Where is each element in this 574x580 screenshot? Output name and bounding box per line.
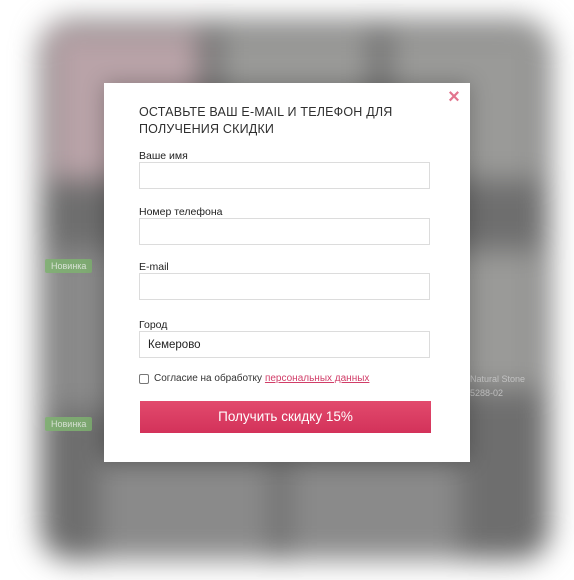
consent-text: Согласие на обработку [154, 373, 262, 384]
bg-product-code: 5288-02 [470, 388, 504, 398]
get-discount-button[interactable]: Получить скидку 15% [140, 401, 431, 433]
email-input[interactable] [139, 273, 430, 300]
email-label: E-mail [139, 261, 169, 273]
bg-product-image [100, 460, 270, 560]
bg-product-image [290, 460, 460, 560]
new-badge: Новинка [45, 417, 93, 431]
new-badge: Новинка [45, 259, 93, 273]
phone-input[interactable] [139, 218, 430, 245]
bg-product-name: Natural Stone [470, 374, 526, 384]
close-icon[interactable]: × [446, 87, 462, 107]
name-label: Ваше имя [139, 150, 188, 162]
modal-title: ОСТАВЬТЕ ВАШ E-MAIL И ТЕЛЕФОН ДЛЯ ПОЛУЧЕ… [139, 105, 393, 136]
consent-row: Согласие на обработку персональных данны… [139, 373, 369, 384]
phone-label: Номер телефона [139, 206, 223, 218]
name-input[interactable] [139, 162, 430, 189]
city-label: Город [139, 319, 168, 331]
personal-data-link[interactable]: персональных данных [265, 373, 369, 384]
discount-modal: × ОСТАВЬТЕ ВАШ E-MAIL И ТЕЛЕФОН ДЛЯ ПОЛУ… [104, 83, 470, 462]
consent-checkbox[interactable] [139, 373, 149, 384]
city-input[interactable] [139, 331, 430, 358]
